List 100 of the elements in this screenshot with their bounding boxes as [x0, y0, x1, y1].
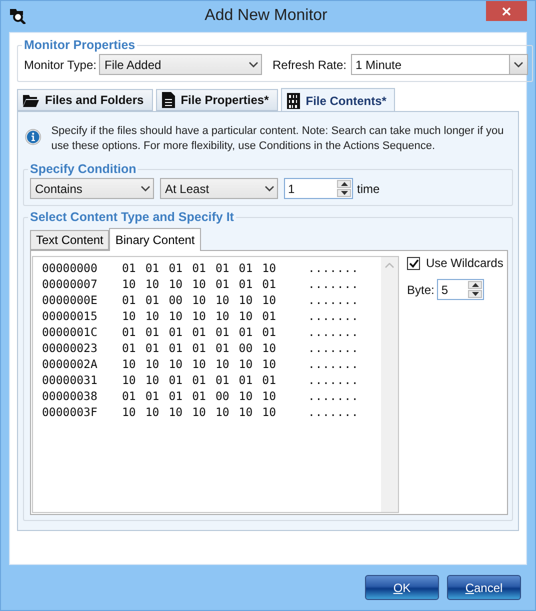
checkbox[interactable] — [407, 256, 420, 270]
scrollbar[interactable] — [381, 257, 398, 512]
hex-byte: 10 — [168, 308, 183, 324]
ascii-text: ....... — [308, 276, 359, 292]
scroll-up-icon — [385, 263, 394, 268]
close-button[interactable] — [486, 1, 527, 21]
hex-byte: 10 — [262, 356, 276, 372]
checkbox-label: Use Wildcards — [426, 256, 504, 270]
hex-byte: 10 — [262, 340, 276, 356]
hex-byte: 01 — [262, 276, 276, 292]
hex-byte: 10 — [122, 276, 136, 292]
ascii-text: ....... — [308, 292, 359, 308]
hex-byte: 01 — [145, 260, 160, 276]
hex-byte: 10 — [122, 372, 136, 388]
hex-byte: 01 — [215, 324, 230, 340]
ascii-text: ....... — [308, 404, 359, 420]
ascii-text: ....... — [308, 356, 359, 372]
spin-down-button[interactable] — [337, 189, 351, 197]
match-dropdown[interactable]: Contains — [30, 178, 154, 199]
hex-byte: 10 — [122, 308, 136, 324]
ascii-text: ....... — [308, 308, 359, 324]
hex-address: 0000003F — [42, 404, 98, 420]
tab[interactable]: File Contents* — [280, 88, 396, 112]
hex-byte: 01 — [215, 372, 230, 388]
hex-byte: 10 — [168, 356, 183, 372]
spin-down-button[interactable] — [468, 290, 482, 298]
hex-byte: 10 — [262, 404, 276, 420]
group-title: Select Content Type and Specify It — [29, 210, 235, 224]
hex-byte: 01 — [192, 372, 206, 388]
unit-label: time — [357, 182, 380, 196]
checkmark-icon — [408, 258, 418, 268]
hex-address: 00000000 — [42, 260, 98, 276]
monitor-type-dropdown[interactable]: File Added — [99, 54, 262, 75]
hex-byte: 01 — [238, 324, 253, 340]
hex-byte: 10 — [215, 292, 230, 308]
hex-address: 00000031 — [42, 372, 98, 388]
hex-byte: 10 — [145, 404, 160, 420]
hex-byte: 01 — [168, 260, 183, 276]
hex-address: 0000000E — [42, 292, 98, 308]
count-spinner[interactable]: 1 — [284, 178, 353, 199]
hex-byte: 00 — [238, 340, 253, 356]
hex-byte: 01 — [238, 260, 253, 276]
hex-byte: 10 — [168, 404, 183, 420]
chevron-down-icon — [248, 62, 258, 68]
quantifier-dropdown[interactable]: At Least — [160, 178, 278, 199]
hex-address: 00000023 — [42, 340, 98, 356]
hex-byte: 10 — [192, 308, 206, 324]
hex-byte: 00 — [168, 292, 183, 308]
chevron-down-icon — [514, 62, 523, 68]
hex-editor[interactable] — [32, 256, 399, 513]
ascii-text: ....... — [308, 260, 359, 276]
hex-byte: 01 — [192, 388, 206, 404]
hex-byte: 10 — [262, 260, 276, 276]
hex-byte: 01 — [168, 340, 183, 356]
tab[interactable]: Text Content — [30, 230, 110, 250]
hex-byte: 10 — [262, 292, 276, 308]
down-arrow-icon — [340, 191, 348, 195]
hex-byte: 10 — [262, 388, 276, 404]
tab[interactable]: File Properties* — [156, 89, 278, 111]
hex-byte: 01 — [122, 292, 136, 308]
hex-byte: 10 — [122, 356, 136, 372]
hex-byte: 10 — [122, 404, 136, 420]
tab[interactable]: Binary Content — [109, 228, 201, 251]
byte-spinner[interactable]: 5 — [437, 279, 484, 300]
hex-byte: 01 — [168, 324, 183, 340]
hex-byte: 10 — [215, 356, 230, 372]
hex-byte: 01 — [192, 340, 206, 356]
hex-address: 00000007 — [42, 276, 98, 292]
hex-address: 00000015 — [42, 308, 98, 324]
hex-byte: 01 — [262, 308, 276, 324]
hex-byte: 10 — [215, 308, 230, 324]
field-label: Byte: — [407, 282, 434, 296]
chevron-down-icon — [264, 186, 274, 192]
up-arrow-icon — [472, 283, 479, 287]
hex-byte: 01 — [145, 292, 160, 308]
hex-byte: 01 — [145, 388, 160, 404]
refresh-rate-dropdown[interactable]: 1 Minute — [350, 54, 528, 75]
down-arrow-icon — [472, 292, 479, 296]
spin-up-button[interactable] — [337, 180, 351, 188]
up-arrow-icon — [340, 182, 348, 186]
field-label: Monitor Type: — [24, 58, 96, 72]
info-text: Specify if the files should have a particular content. Note: Search can take much longer if you use these options. For more flexibility, use Conditions in the Actions Sequence. — [51, 124, 505, 154]
hex-byte: 01 — [168, 372, 183, 388]
hex-byte: 10 — [238, 292, 253, 308]
hex-byte: 10 — [192, 356, 206, 372]
close-icon — [502, 6, 511, 16]
hex-byte: 10 — [145, 276, 160, 292]
hex-byte: 10 — [192, 276, 206, 292]
hex-byte: 10 — [238, 388, 253, 404]
ok-button[interactable]: OK — [365, 575, 439, 600]
hex-byte: 01 — [238, 372, 253, 388]
tab[interactable]: Files and Folders — [17, 89, 153, 111]
hex-byte: 01 — [262, 324, 276, 340]
cancel-button[interactable]: Cancel — [447, 575, 521, 600]
hex-address: 0000002A — [42, 356, 98, 372]
spin-up-button[interactable] — [468, 281, 482, 289]
hex-byte: 01 — [168, 388, 183, 404]
hex-byte: 10 — [192, 404, 206, 420]
hex-byte: 10 — [145, 308, 160, 324]
hex-byte: 10 — [238, 308, 253, 324]
